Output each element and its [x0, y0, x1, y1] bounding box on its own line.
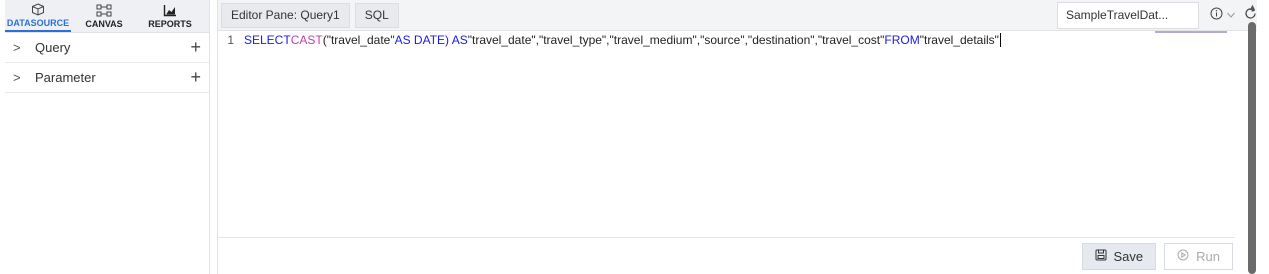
sql-function: CAST	[290, 33, 323, 47]
line-number: 1	[227, 33, 234, 47]
save-icon	[1095, 249, 1107, 264]
app-root: DATASOURCE CANVAS REPORTS > Query + > Pa	[0, 0, 1269, 274]
tab-reports[interactable]: REPORTS	[137, 0, 203, 32]
tab-editor-pane[interactable]: Editor Pane: Query1	[221, 2, 350, 28]
sql-keyword: AS DATE) AS	[394, 33, 468, 47]
text-cursor	[999, 33, 1001, 47]
sql-keyword: SELECT	[244, 33, 291, 47]
sql-column-list: "travel_date","travel_type","travel_medi…	[467, 33, 885, 47]
save-label: Save	[1113, 248, 1144, 264]
tab-canvas-label: CANVAS	[85, 18, 123, 29]
left-panel: DATASOURCE CANVAS REPORTS > Query + > Pa	[5, 0, 210, 274]
sql-table-name: "travel_details"	[919, 33, 999, 47]
chevron-right-icon[interactable]: >	[13, 40, 35, 55]
editor-panel: Editor Pane: Query1 SQL SampleTravelDat.…	[217, 0, 1257, 274]
code-line: 1 SELECT CAST ("travel_date" AS DATE) AS …	[218, 31, 1235, 49]
scroll-up-icon[interactable]: ▲	[1248, 2, 1257, 12]
run-label: Run	[1196, 248, 1220, 264]
add-parameter-button[interactable]: +	[190, 67, 201, 88]
play-circle-icon	[1177, 249, 1189, 264]
tab-canvas[interactable]: CANVAS	[71, 0, 137, 32]
tab-reports-label: REPORTS	[148, 18, 192, 29]
run-button[interactable]: Run	[1164, 242, 1233, 270]
add-query-button[interactable]: +	[190, 37, 201, 58]
vertical-scrollbar[interactable]: ▲	[1247, 0, 1257, 274]
tree-item-label: Query	[35, 40, 71, 55]
tree-item-parameter[interactable]: > Parameter +	[5, 63, 209, 93]
chevron-down-icon[interactable]	[1226, 8, 1236, 23]
scrollbar-thumb[interactable]	[1248, 22, 1256, 274]
canvas-nodes-icon	[96, 4, 112, 18]
info-icon[interactable]	[1210, 7, 1223, 23]
datasource-select[interactable]: SampleTravelDat...	[1057, 1, 1199, 29]
tree-item-query[interactable]: > Query +	[5, 33, 209, 63]
save-button[interactable]: Save	[1081, 242, 1157, 270]
bar-chart-icon	[163, 4, 177, 18]
minimap-marker	[1155, 31, 1227, 33]
sql-keyword: FROM	[884, 33, 920, 47]
editor-footer: Save Run	[218, 238, 1257, 274]
editor-header: Editor Pane: Query1 SQL SampleTravelDat.…	[218, 0, 1257, 31]
tab-datasource-label: DATASOURCE	[6, 17, 70, 28]
tab-sql[interactable]: SQL	[354, 2, 399, 28]
sql-identifier: ("travel_date"	[322, 33, 395, 47]
chevron-right-icon[interactable]: >	[13, 70, 35, 85]
sql-code-editor[interactable]: 1 SELECT CAST ("travel_date" AS DATE) AS …	[218, 31, 1235, 238]
database-cube-icon	[31, 3, 45, 17]
top-nav: DATASOURCE CANVAS REPORTS	[5, 0, 209, 33]
tree-item-label: Parameter	[35, 70, 96, 85]
tab-datasource[interactable]: DATASOURCE	[5, 0, 71, 32]
